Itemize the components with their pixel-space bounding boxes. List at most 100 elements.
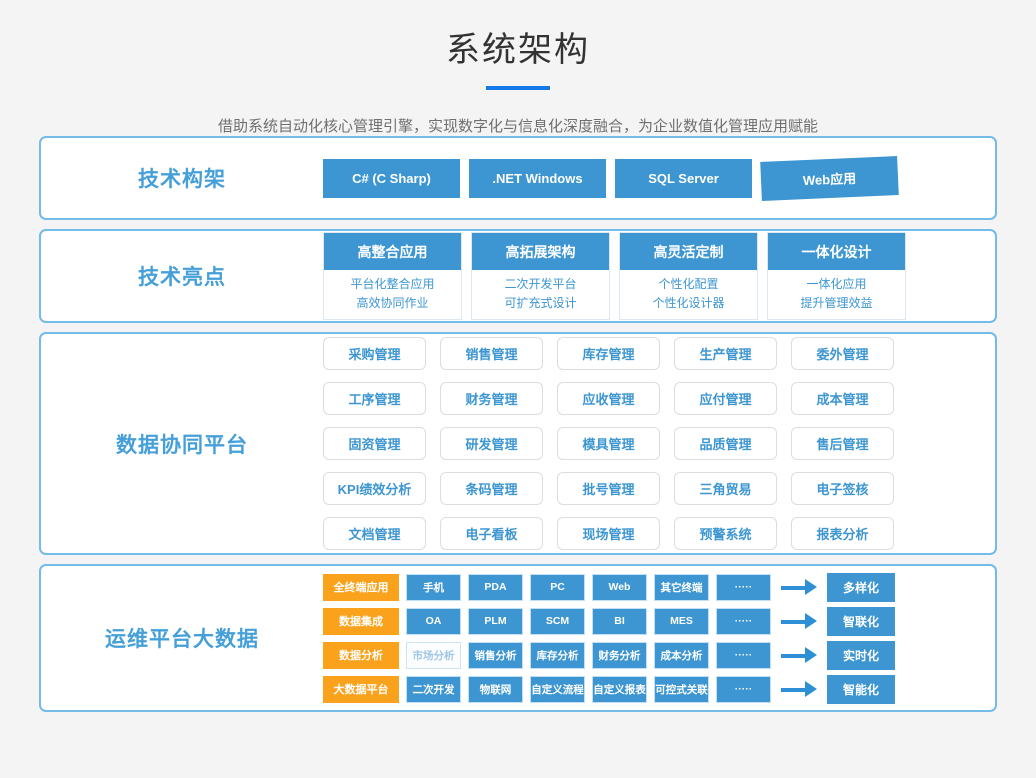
ops-chip-web[interactable]: Web [592,574,647,601]
tech-button-csharp[interactable]: C# (C Sharp) [323,159,460,198]
module-button-mold[interactable]: 模具管理 [557,427,660,460]
ops-chip-ellipsis[interactable]: ····· [716,642,771,669]
module-button-finance[interactable]: 财务管理 [440,382,543,415]
highlight-line: 可扩充式设计 [472,294,609,313]
ops-chip-oa[interactable]: OA [406,608,461,635]
module-button-alert[interactable]: 预警系统 [674,517,777,550]
highlight-card-title: 高整合应用 [324,233,461,270]
ops-chip-finance-analysis[interactable]: 财务分析 [592,642,647,669]
section-tech-frame: 技术构架 C# (C Sharp) .NET Windows SQL Serve… [39,136,997,220]
page-subtitle: 借助系统自动化核心管理引擎，实现数字化与信息化深度融合，为企业数值化管理应用赋能 [0,115,1036,136]
highlight-card-title: 高灵活定制 [620,233,757,270]
ops-chip-custom-report[interactable]: 自定义报表 [592,676,647,703]
ops-chip-cost-analysis[interactable]: 成本分析 [654,642,709,669]
highlight-card: 高整合应用 平台化整合应用 高效协同作业 [323,232,462,320]
highlight-cards: 高整合应用 平台化整合应用 高效协同作业 高拓展架构 二次开发平台 可扩充式设计… [323,232,906,320]
module-button-inventory[interactable]: 库存管理 [557,337,660,370]
highlight-card-title: 高拓展架构 [472,233,609,270]
ops-chip-pda[interactable]: PDA [468,574,523,601]
module-button-purchase[interactable]: 采购管理 [323,337,426,370]
ops-result-connected: 智联化 [827,607,895,636]
tech-button-dotnet[interactable]: .NET Windows [469,159,606,198]
ops-chip-sales-analysis[interactable]: 销售分析 [468,642,523,669]
module-button-production[interactable]: 生产管理 [674,337,777,370]
module-button-batch[interactable]: 批号管理 [557,472,660,505]
module-button-document[interactable]: 文档管理 [323,517,426,550]
ops-chip-bi[interactable]: BI [592,608,647,635]
ops-chip-market-analysis[interactable]: 市场分析 [406,642,461,669]
tech-frame-buttons: C# (C Sharp) .NET Windows SQL Server Web… [323,159,898,198]
ops-category: 全终端应用 [323,574,399,601]
module-button-fixed-assets[interactable]: 固资管理 [323,427,426,460]
highlight-card-title: 一体化设计 [768,233,905,270]
section-label-data-platform: 数据协同平台 [41,429,323,459]
ops-category: 大数据平台 [323,676,399,703]
highlight-line: 个性化配置 [620,275,757,294]
ops-row-integration: 数据集成 OA PLM SCM BI MES ····· 智联化 [323,607,895,636]
ops-chip-controlled-link[interactable]: 可控式关联 [654,676,709,703]
tech-button-sqlserver[interactable]: SQL Server [615,159,752,198]
ops-chip-iot[interactable]: 物联网 [468,676,523,703]
highlight-card-body: 个性化配置 个性化设计器 [620,270,757,319]
highlight-card-body: 二次开发平台 可扩充式设计 [472,270,609,319]
page-title: 系统架构 [0,22,1036,71]
ops-chip-pc[interactable]: PC [530,574,585,601]
ops-chip-other-terminal[interactable]: 其它终端 [654,574,709,601]
module-button-outsourcing[interactable]: 委外管理 [791,337,894,370]
ops-row-terminals: 全终端应用 手机 PDA PC Web 其它终端 ····· 多样化 [323,573,895,602]
module-button-kanban[interactable]: 电子看板 [440,517,543,550]
ops-chip-ellipsis[interactable]: ····· [716,608,771,635]
highlight-card: 高拓展架构 二次开发平台 可扩充式设计 [471,232,610,320]
ops-result-realtime: 实时化 [827,641,895,670]
module-button-cost[interactable]: 成本管理 [791,382,894,415]
title-underline [486,86,550,90]
section-data-platform: 数据协同平台 采购管理 销售管理 库存管理 生产管理 委外管理 工序管理 财务管… [39,332,997,555]
highlight-card: 高灵活定制 个性化配置 个性化设计器 [619,232,758,320]
module-button-after-sales[interactable]: 售后管理 [791,427,894,460]
module-grid: 采购管理 销售管理 库存管理 生产管理 委外管理 工序管理 财务管理 应收管理 … [323,337,894,550]
module-button-report[interactable]: 报表分析 [791,517,894,550]
ops-category: 数据集成 [323,608,399,635]
module-button-triangle-trade[interactable]: 三角贸易 [674,472,777,505]
ops-rows: 全终端应用 手机 PDA PC Web 其它终端 ····· 多样化 数据集成 … [323,573,895,704]
ops-row-analysis: 数据分析 市场分析 销售分析 库存分析 财务分析 成本分析 ····· 实时化 [323,641,895,670]
highlight-line: 个性化设计器 [620,294,757,313]
section-label-tech-highlights: 技术亮点 [41,261,323,291]
tech-button-web[interactable]: Web应用 [760,156,899,201]
module-button-rnd[interactable]: 研发管理 [440,427,543,460]
page-header: 系统架构 借助系统自动化核心管理引擎，实现数字化与信息化深度融合，为企业数值化管… [0,0,1036,136]
module-button-sales[interactable]: 销售管理 [440,337,543,370]
ops-row-bigdata: 大数据平台 二次开发 物联网 自定义流程 自定义报表 可控式关联 ····· 智… [323,675,895,704]
arrow-right-icon [778,574,820,601]
ops-chip-plm[interactable]: PLM [468,608,523,635]
highlight-card-body: 平台化整合应用 高效协同作业 [324,270,461,319]
ops-category: 数据分析 [323,642,399,669]
ops-chip-custom-flow[interactable]: 自定义流程 [530,676,585,703]
ops-chip-mobile[interactable]: 手机 [406,574,461,601]
ops-result-diversified: 多样化 [827,573,895,602]
highlight-card: 一体化设计 一体化应用 提升管理效益 [767,232,906,320]
section-label-ops-platform: 运维平台大数据 [41,623,323,653]
module-button-kpi[interactable]: KPI绩效分析 [323,472,426,505]
ops-result-intelligent: 智能化 [827,675,895,704]
ops-chip-mes[interactable]: MES [654,608,709,635]
module-button-payable[interactable]: 应付管理 [674,382,777,415]
module-button-quality[interactable]: 品质管理 [674,427,777,460]
highlight-line: 高效协同作业 [324,294,461,313]
ops-chip-scm[interactable]: SCM [530,608,585,635]
ops-chip-inventory-analysis[interactable]: 库存分析 [530,642,585,669]
ops-chip-ellipsis[interactable]: ····· [716,574,771,601]
highlight-line: 一体化应用 [768,275,905,294]
highlight-line: 二次开发平台 [472,275,609,294]
ops-chip-ellipsis[interactable]: ····· [716,676,771,703]
ops-chip-secondary-dev[interactable]: 二次开发 [406,676,461,703]
module-button-shopfloor[interactable]: 现场管理 [557,517,660,550]
module-button-process[interactable]: 工序管理 [323,382,426,415]
arrow-right-icon [778,642,820,669]
arrow-right-icon [778,608,820,635]
highlight-line: 平台化整合应用 [324,275,461,294]
module-button-receivable[interactable]: 应收管理 [557,382,660,415]
module-button-barcode[interactable]: 条码管理 [440,472,543,505]
module-button-esign[interactable]: 电子签核 [791,472,894,505]
highlight-card-body: 一体化应用 提升管理效益 [768,270,905,319]
